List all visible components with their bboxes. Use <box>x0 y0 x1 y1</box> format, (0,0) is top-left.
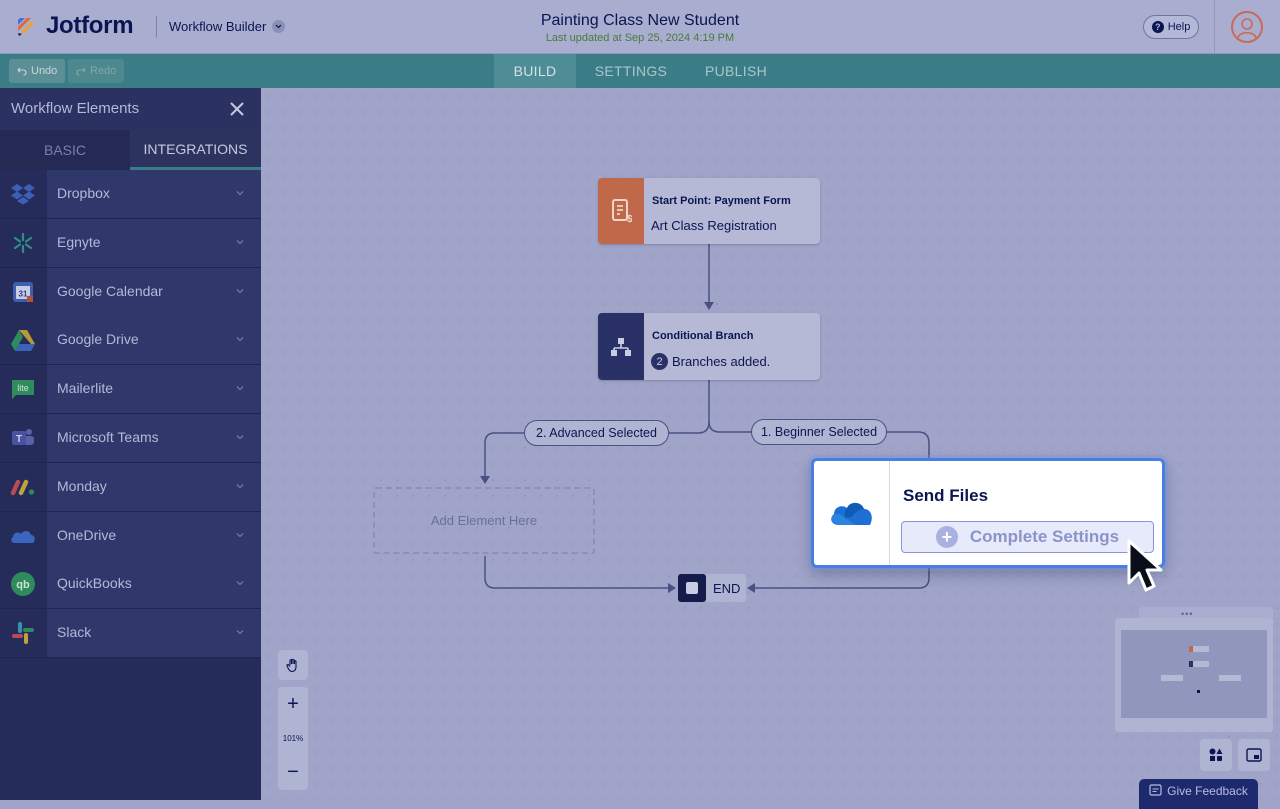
branch-node-title: Conditional Branch <box>652 330 754 342</box>
start-node-subtitle: Art Class Registration <box>651 218 777 233</box>
shapes-icon <box>1209 748 1223 761</box>
zoom-controls: + 101% − <box>278 687 308 790</box>
zoom-level: 101% <box>282 734 304 743</box>
svg-text:$: $ <box>627 214 632 224</box>
hand-tool-button[interactable] <box>278 650 308 680</box>
zoom-in-button[interactable]: + <box>278 693 308 716</box>
branch-icon <box>598 313 644 380</box>
zoom-out-button[interactable]: − <box>278 761 308 784</box>
branch-label-advanced[interactable]: 2. Advanced Selected <box>524 420 669 446</box>
picture-in-picture-icon <box>1246 748 1262 762</box>
branch-count-badge: 2 <box>651 353 668 370</box>
branch-node-subtitle: 2 Branches added. <box>651 353 770 370</box>
branch-node-description: Branches added. <box>672 354 771 369</box>
stop-icon <box>678 574 706 602</box>
end-label: END <box>713 580 741 596</box>
minimap[interactable] <box>1115 618 1273 732</box>
add-element-placeholder[interactable]: Add Element Here <box>373 487 595 554</box>
send-files-node[interactable]: Send Files + Complete Settings <box>811 458 1165 568</box>
payment-form-icon: $ <box>598 178 644 244</box>
minimap-viewport <box>1121 630 1267 718</box>
conditional-branch-node[interactable]: Conditional Branch 2 Branches added. <box>598 313 820 380</box>
elements-view-button[interactable] <box>1200 739 1232 771</box>
give-feedback-button[interactable]: Give Feedback <box>1139 779 1258 809</box>
feedback-icon <box>1149 784 1162 796</box>
branch-label-beginner[interactable]: 1. Beginner Selected <box>751 419 887 445</box>
minimap-toggle-button[interactable] <box>1238 739 1270 771</box>
workflow-connectors <box>480 244 930 593</box>
send-files-title: Send Files <box>903 486 989 505</box>
complete-settings-label: Complete Settings <box>969 527 1120 546</box>
give-feedback-label: Give Feedback <box>1167 784 1248 798</box>
end-node[interactable]: END <box>678 574 746 602</box>
complete-settings-button[interactable]: + Complete Settings <box>901 521 1154 553</box>
start-node[interactable]: $ Start Point: Payment Form Art Class Re… <box>598 178 820 244</box>
hand-icon <box>286 658 297 673</box>
start-node-title: Start Point: Payment Form <box>652 195 791 207</box>
plus-icon: + <box>935 526 958 548</box>
mouse-cursor-icon <box>1127 539 1163 592</box>
onedrive-icon <box>814 461 890 565</box>
